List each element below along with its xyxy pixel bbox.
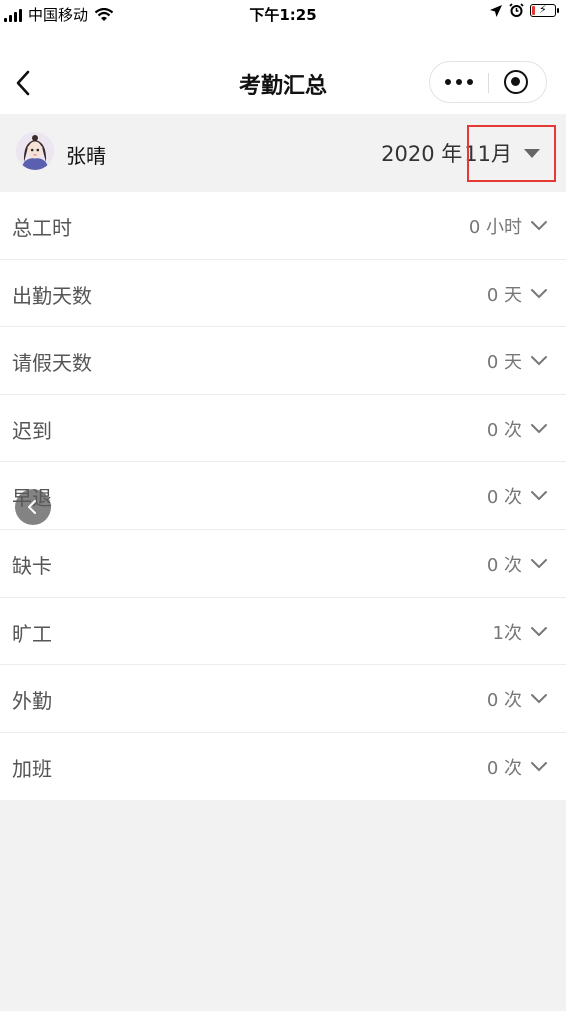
row-value-wrap: 0 次 — [487, 483, 548, 509]
row-label: 总工时 — [12, 216, 72, 240]
chevron-down-icon — [531, 356, 547, 366]
row-value: 1次 — [492, 622, 522, 644]
row-label: 加班 — [12, 756, 52, 781]
battery-icon: ⚡ — [530, 3, 559, 17]
summary-row-leave-days[interactable]: 请假天数 0 天 — [0, 327, 566, 395]
chevron-down-icon — [531, 491, 547, 501]
summary-row-overtime[interactable]: 加班 0 次 — [0, 733, 566, 801]
summary-row-late[interactable]: 迟到 0 次 — [0, 395, 566, 463]
chevron-left-icon — [28, 500, 36, 514]
chevron-down-icon — [531, 558, 547, 569]
row-label: 请假天数 — [12, 351, 92, 376]
row-label: 出勤天数 — [12, 283, 92, 308]
row-value-wrap: 1次 — [493, 619, 548, 645]
chevron-down-icon — [531, 288, 547, 299]
user-name: 张晴 — [66, 144, 106, 168]
row-value-wrap: 0 天 — [487, 281, 548, 307]
row-value: 0 天 — [486, 284, 522, 306]
row-value-wrap: 0 次 — [487, 686, 548, 712]
summary-row-missing-punch[interactable]: 缺卡 0 次 — [0, 530, 566, 598]
row-label: 缺卡 — [12, 553, 52, 578]
row-value: 0 次 — [486, 757, 522, 779]
floating-back-button[interactable] — [15, 489, 51, 525]
capsule-divider — [488, 73, 489, 93]
row-label: 外勤 — [12, 689, 52, 714]
status-time: 下午1:25 — [249, 6, 317, 24]
summary-row-early-leave[interactable]: 早退 0 次 — [0, 462, 566, 530]
row-value-wrap: 0 天 — [487, 348, 548, 374]
status-bar: 中国移动 下午1:25 ⚡ — [0, 0, 566, 28]
chevron-down-icon — [531, 694, 547, 704]
row-value: 0 次 — [486, 419, 522, 441]
chevron-down-icon — [531, 221, 547, 231]
row-value: 0 次 — [486, 554, 522, 576]
attendance-summary-list: 总工时 0 小时 出勤天数 0 天 请假天数 0 天 迟到 0 次 早退 0 次… — [0, 192, 566, 801]
year-label: 2020 年 — [381, 142, 463, 166]
row-value-wrap: 0 次 — [487, 551, 548, 577]
avatar — [16, 132, 54, 170]
status-right: ⚡ — [489, 3, 559, 18]
summary-row-field-work[interactable]: 外勤 0 次 — [0, 665, 566, 733]
row-value: 0 次 — [486, 487, 522, 509]
highlight-annotation-box — [467, 125, 556, 182]
row-label: 旷工 — [12, 621, 52, 646]
row-value-wrap: 0 次 — [487, 416, 548, 442]
row-value: 0 次 — [486, 690, 522, 712]
summary-row-attendance-days[interactable]: 出勤天数 0 天 — [0, 260, 566, 328]
nav-bar: 考勤汇总 — [0, 28, 566, 114]
miniprogram-capsule — [429, 61, 547, 103]
location-arrow-icon — [490, 4, 502, 17]
chevron-down-icon — [531, 626, 547, 636]
summary-row-absent[interactable]: 旷工 1次 — [0, 598, 566, 666]
row-value-wrap: 0 小时 — [469, 213, 548, 239]
row-value: 0 天 — [486, 352, 522, 374]
chevron-down-icon — [531, 423, 547, 434]
alarm-icon — [509, 3, 524, 17]
row-label: 迟到 — [12, 418, 52, 443]
chevron-down-icon — [531, 761, 547, 772]
avatar-illustration — [16, 132, 54, 170]
close-miniprogram-icon[interactable] — [504, 70, 528, 94]
row-value-wrap: 0 次 — [487, 754, 548, 780]
summary-row-total-hours[interactable]: 总工时 0 小时 — [0, 192, 566, 260]
row-value: 0 小时 — [468, 217, 522, 238]
more-icon[interactable] — [430, 62, 488, 102]
